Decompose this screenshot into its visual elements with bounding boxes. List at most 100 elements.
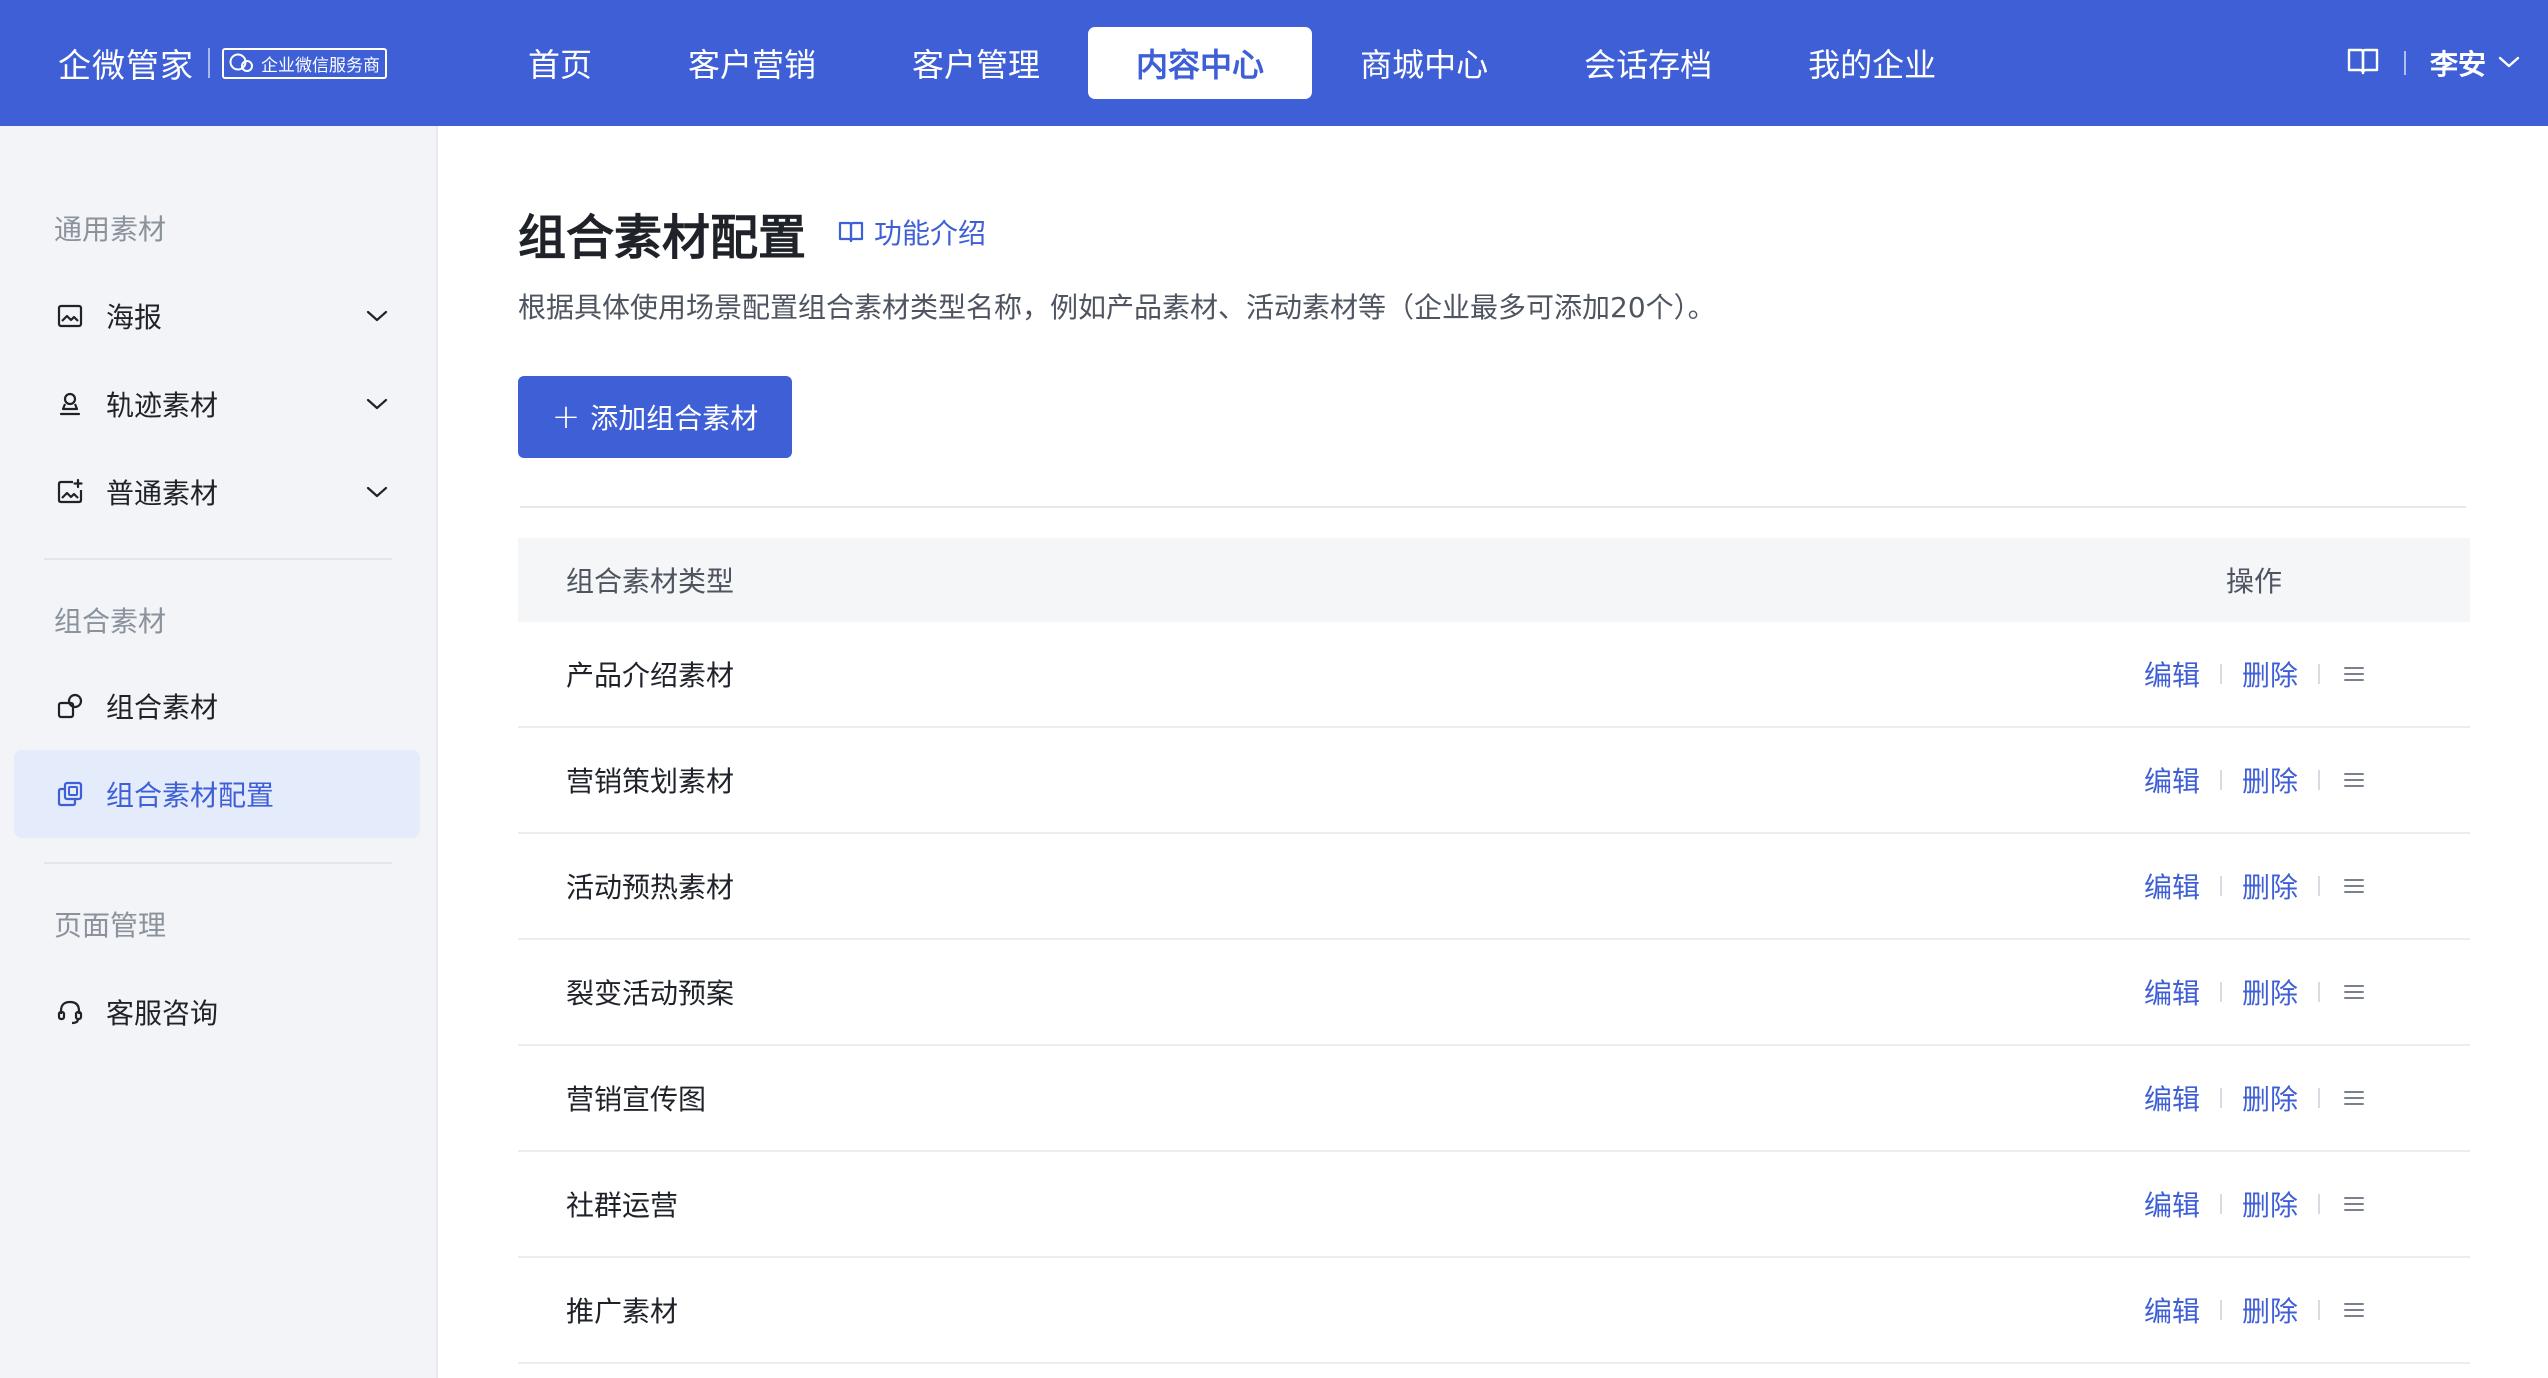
sidebar-item-poster[interactable]: 海报	[14, 272, 420, 360]
delete-button[interactable]: 删除	[2242, 1184, 2298, 1224]
top-separator	[2403, 51, 2406, 75]
drag-handle-icon[interactable]	[2340, 872, 2368, 900]
sidebar-item-label: 组合素材配置	[106, 779, 275, 812]
chevron-down-icon[interactable]	[362, 477, 392, 507]
drag-handle-icon[interactable]	[2340, 766, 2368, 794]
action-separator	[2318, 982, 2321, 1002]
sidebar-item-combo-material[interactable]: 组合素材	[14, 662, 420, 750]
nav-home[interactable]: 首页	[480, 27, 640, 99]
combine-icon	[54, 690, 86, 722]
sidebar-group-title: 页面管理	[54, 909, 167, 942]
edit-button[interactable]: 编辑	[2144, 866, 2200, 906]
nav-content-center[interactable]: 内容中心	[1088, 27, 1313, 99]
stamp-icon	[54, 388, 86, 420]
table-header: 组合素材类型 操作	[518, 538, 2470, 622]
column-header-type: 组合素材类型	[566, 565, 735, 598]
nav-customer-management[interactable]: 客户管理	[864, 27, 1088, 99]
edit-button[interactable]: 编辑	[2144, 972, 2200, 1012]
headset-icon	[54, 996, 86, 1028]
sidebar-item-label: 普通素材	[106, 477, 219, 510]
row-type-name: 营销宣传图	[566, 1083, 707, 1116]
nav-customer-marketing[interactable]: 客户营销	[640, 27, 864, 99]
nav-mall-center[interactable]: 商城中心	[1312, 27, 1536, 99]
sidebar-item-general-material[interactable]: 普通素材	[14, 448, 420, 536]
table-row: 社群运营 编辑 删除	[518, 1152, 2470, 1258]
action-separator	[2220, 770, 2223, 790]
edit-button[interactable]: 编辑	[2144, 654, 2200, 694]
action-separator	[2220, 876, 2223, 896]
drag-handle-icon[interactable]	[2340, 1296, 2368, 1324]
sidebar-item-combo-material-config[interactable]: 组合素材配置	[14, 750, 420, 838]
delete-button[interactable]: 删除	[2242, 654, 2298, 694]
plus-icon: +	[551, 397, 581, 437]
table-row: 推广素材 编辑 删除	[518, 1258, 2470, 1364]
delete-button[interactable]: 删除	[2242, 972, 2298, 1012]
action-separator	[2318, 1088, 2321, 1108]
action-separator	[2220, 982, 2223, 1002]
section-divider	[520, 506, 2466, 508]
main-nav: 首页 客户营销 客户管理 内容中心 商城中心 会话存档 我的企业	[480, 0, 1984, 126]
drag-handle-icon[interactable]	[2340, 1084, 2368, 1112]
main-content: 组合素材配置 功能介绍 根据具体使用场景配置组合素材类型名称，例如产品素材、活动…	[440, 126, 2548, 1378]
row-actions: 编辑 删除	[2144, 972, 2368, 1012]
edit-button[interactable]: 编辑	[2144, 1184, 2200, 1224]
page-title: 组合素材配置	[518, 210, 807, 266]
nav-my-enterprise[interactable]: 我的企业	[1760, 27, 1984, 99]
table-row: 产品介绍素材 编辑 删除	[518, 622, 2470, 728]
action-separator	[2318, 1300, 2321, 1320]
action-separator	[2318, 1194, 2321, 1214]
table-row: 裂变活动预案 编辑 删除	[518, 940, 2470, 1046]
sidebar-divider	[44, 558, 392, 560]
drag-handle-icon[interactable]	[2340, 1190, 2368, 1218]
top-navbar: 企微管家 企业微信服务商 首页 客户营销 客户管理 内容中心 商城中心 会话存档…	[0, 0, 2548, 126]
row-type-name: 社群运营	[566, 1189, 679, 1222]
sidebar-item-label: 海报	[106, 301, 163, 334]
sidebar-item-label: 客服咨询	[106, 997, 219, 1030]
row-actions: 编辑 删除	[2144, 1184, 2368, 1224]
chevron-down-icon[interactable]	[2498, 54, 2520, 73]
row-actions: 编辑 删除	[2144, 866, 2368, 906]
column-header-ops: 操作	[2226, 565, 2283, 598]
table-row: 营销策划素材 编辑 删除	[518, 728, 2470, 834]
row-type-name: 裂变活动预案	[566, 977, 735, 1010]
sidebar-item-customer-service[interactable]: 客服咨询	[14, 968, 420, 1056]
copy-icon	[54, 778, 86, 810]
delete-button[interactable]: 删除	[2242, 760, 2298, 800]
edit-button[interactable]: 编辑	[2144, 1290, 2200, 1330]
book-icon[interactable]	[2346, 45, 2380, 81]
edit-button[interactable]: 编辑	[2144, 760, 2200, 800]
row-type-name: 推广素材	[566, 1295, 679, 1328]
image-icon	[54, 300, 86, 332]
row-actions: 编辑 删除	[2144, 654, 2368, 694]
row-actions: 编辑 删除	[2144, 1290, 2368, 1330]
table-row: 营销宣传图 编辑 删除	[518, 1046, 2470, 1152]
drag-handle-icon[interactable]	[2340, 660, 2368, 688]
sidebar-group-title: 通用素材	[54, 213, 167, 246]
action-separator	[2220, 1088, 2223, 1108]
delete-button[interactable]: 删除	[2242, 866, 2298, 906]
drag-handle-icon[interactable]	[2340, 978, 2368, 1006]
action-separator	[2318, 770, 2321, 790]
user-name[interactable]: 李安	[2430, 43, 2486, 83]
chevron-down-icon[interactable]	[362, 301, 392, 331]
sidebar-divider	[44, 862, 392, 864]
sidebar-item-track-material[interactable]: 轨迹素材	[14, 360, 420, 448]
action-separator	[2220, 664, 2223, 684]
sidebar-item-label: 轨迹素材	[106, 389, 219, 422]
feature-intro-link[interactable]: 功能介绍	[838, 212, 986, 252]
add-combo-material-button[interactable]: + 添加组合素材	[518, 376, 792, 458]
chevron-down-icon[interactable]	[362, 389, 392, 419]
page-description: 根据具体使用场景配置组合素材类型名称，例如产品素材、活动素材等（企业最多可添加2…	[518, 291, 1716, 324]
sidebar-item-label: 组合素材	[106, 691, 219, 724]
nav-session-archive[interactable]: 会话存档	[1536, 27, 1760, 99]
combo-material-type-table: 组合素材类型 操作 产品介绍素材 编辑 删除 营销策划素材 编辑 删除 活动预热…	[518, 538, 2470, 1364]
delete-button[interactable]: 删除	[2242, 1290, 2298, 1330]
row-actions: 编辑 删除	[2144, 760, 2368, 800]
sidebar-group-title: 组合素材	[54, 605, 167, 638]
delete-button[interactable]: 删除	[2242, 1078, 2298, 1118]
action-separator	[2220, 1194, 2223, 1214]
table-row: 活动预热素材 编辑 删除	[518, 834, 2470, 940]
brand[interactable]: 企微管家 企业微信服务商	[58, 0, 387, 126]
brand-name: 企微管家	[58, 46, 194, 85]
edit-button[interactable]: 编辑	[2144, 1078, 2200, 1118]
